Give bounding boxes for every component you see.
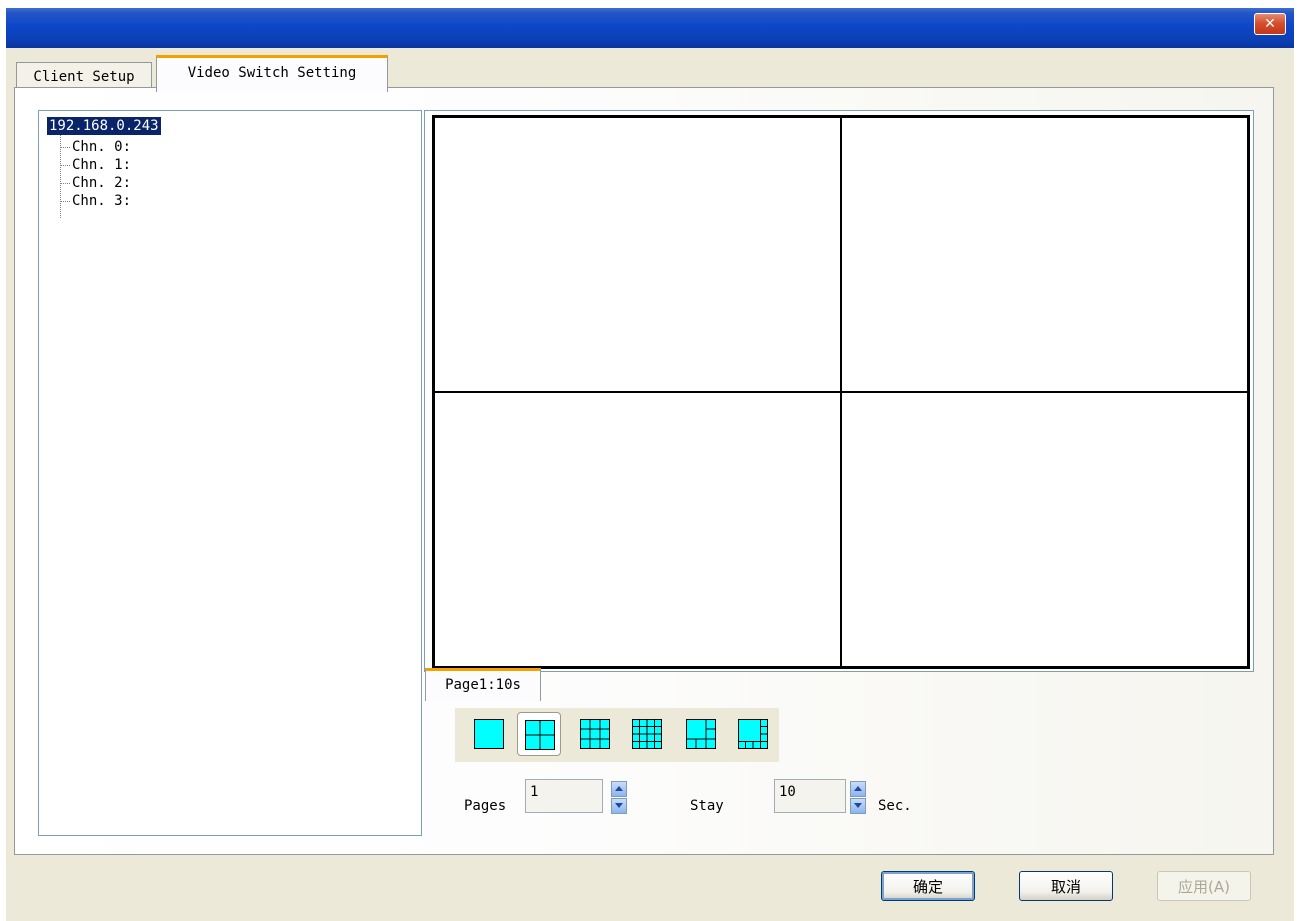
- tab-client-setup[interactable]: Client Setup: [16, 62, 152, 89]
- pages-label: Pages: [464, 798, 507, 814]
- title-bar[interactable]: ✕: [6, 8, 1294, 48]
- apply-button[interactable]: 应用(A): [1157, 871, 1251, 901]
- layout-8-button[interactable]: [731, 712, 775, 756]
- tab-video-switch-setting[interactable]: Video Switch Setting: [156, 55, 388, 92]
- spin-down-icon[interactable]: [611, 798, 627, 814]
- layout-8-icon: [738, 719, 768, 749]
- tree-item-label: Chn. 2:: [72, 175, 132, 191]
- video-cell-3[interactable]: [434, 392, 841, 667]
- layout-6-button[interactable]: [679, 712, 723, 756]
- tree-item-label: Chn. 3:: [72, 193, 132, 209]
- layout-4-button[interactable]: [517, 712, 561, 756]
- tree-item-channel-1[interactable]: Chn. 1:: [60, 156, 131, 174]
- layout-1-icon: [474, 719, 504, 749]
- tab-page-1[interactable]: Page1:10s: [425, 668, 541, 701]
- pages-spinner[interactable]: [611, 781, 627, 814]
- layout-1-button[interactable]: [467, 712, 511, 756]
- spin-up-icon[interactable]: [611, 781, 627, 797]
- tree-item-channel-0[interactable]: Chn. 0:: [60, 138, 131, 156]
- spin-up-icon[interactable]: [850, 781, 866, 797]
- layout-6-icon: [686, 719, 716, 749]
- stay-input[interactable]: 10: [774, 779, 846, 813]
- device-tree[interactable]: 192.168.0.243 Chn. 0: Chn. 1: Chn. 2: Ch…: [38, 110, 422, 836]
- tree-item-label: Chn. 1:: [72, 157, 132, 173]
- tree-item-channel-2[interactable]: Chn. 2:: [60, 174, 131, 192]
- pages-input[interactable]: 1: [525, 779, 603, 813]
- layout-16-button[interactable]: [625, 712, 669, 756]
- layout-9-button[interactable]: [573, 712, 617, 756]
- stay-label: Stay: [690, 798, 724, 814]
- cancel-button[interactable]: 取消: [1019, 871, 1113, 901]
- stay-spinner[interactable]: [850, 781, 866, 814]
- video-cell-2[interactable]: [841, 117, 1248, 392]
- sec-label: Sec.: [878, 798, 912, 814]
- tree-root-device[interactable]: 192.168.0.243: [46, 116, 162, 136]
- close-button[interactable]: ✕: [1254, 13, 1286, 35]
- video-cell-1[interactable]: [434, 117, 841, 392]
- tree-item-label: Chn. 0:: [72, 139, 132, 155]
- layout-9-icon: [580, 719, 610, 749]
- video-grid: [432, 115, 1250, 669]
- video-preview-frame: [424, 110, 1254, 672]
- tree-item-channel-3[interactable]: Chn. 3:: [60, 192, 131, 210]
- layout-toolbar: [455, 708, 779, 762]
- video-cell-4[interactable]: [841, 392, 1248, 667]
- layout-16-icon: [632, 719, 662, 749]
- ok-button[interactable]: 确定: [881, 871, 975, 901]
- layout-4-icon: [525, 720, 555, 750]
- spin-down-icon[interactable]: [850, 798, 866, 814]
